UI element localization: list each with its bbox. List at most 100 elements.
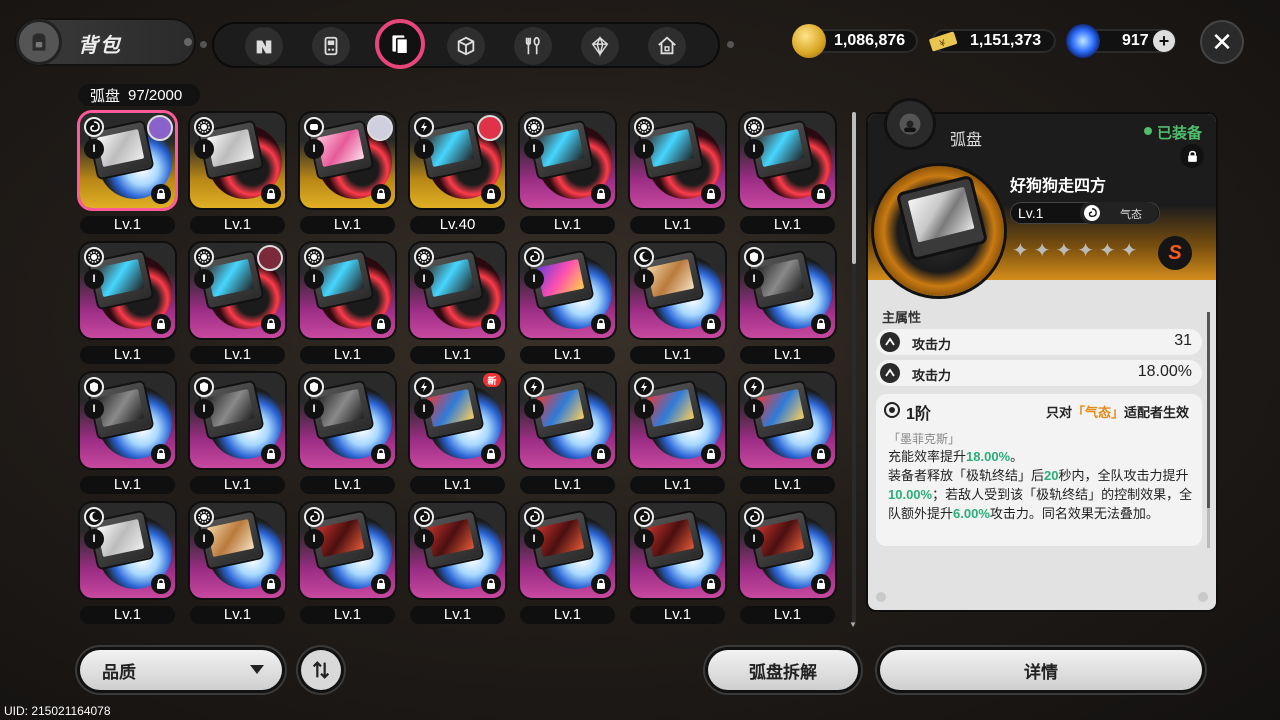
- lock-icon: [157, 188, 165, 199]
- detail-lock-button[interactable]: [1180, 144, 1204, 168]
- tab-device[interactable]: [312, 27, 350, 65]
- disc-card[interactable]: I: [80, 113, 175, 208]
- lock-button[interactable]: [701, 314, 721, 334]
- lock-icon: [817, 188, 825, 199]
- grid-scrollbar-thumb[interactable]: [852, 112, 856, 264]
- disc-card[interactable]: I: [300, 503, 395, 598]
- detail-scrollbar-thumb[interactable]: [1207, 312, 1210, 508]
- disc-card[interactable]: I: [80, 373, 175, 468]
- gem-icon: [591, 35, 609, 57]
- disc-card[interactable]: I: [300, 373, 395, 468]
- lock-icon: [817, 448, 825, 459]
- disc-card[interactable]: I: [630, 243, 725, 338]
- lock-icon: [817, 318, 825, 329]
- scroll-down-icon: ▼: [849, 620, 857, 629]
- disc-card[interactable]: I: [410, 113, 505, 208]
- close-icon: ✕: [1211, 26, 1233, 57]
- gold-amount: 1,086,876: [834, 32, 906, 49]
- tab-home[interactable]: [648, 27, 686, 65]
- disc-card[interactable]: I新: [410, 373, 505, 468]
- disc-card[interactable]: I: [520, 113, 615, 208]
- bolt-attribute-icon: [414, 117, 434, 137]
- disc-card[interactable]: I: [80, 243, 175, 338]
- dismantle-button[interactable]: 弧盘拆解: [708, 650, 858, 690]
- lock-button[interactable]: [701, 574, 721, 594]
- lock-button[interactable]: [701, 184, 721, 204]
- lock-icon: [707, 318, 715, 329]
- lock-button[interactable]: [481, 444, 501, 464]
- lock-button[interactable]: [591, 184, 611, 204]
- disc-card[interactable]: I: [630, 373, 725, 468]
- lock-button[interactable]: [481, 184, 501, 204]
- lock-icon: [267, 188, 275, 199]
- inventory-count: 弧盘 97/2000: [78, 84, 200, 106]
- lock-button[interactable]: [811, 444, 831, 464]
- lock-button[interactable]: [701, 444, 721, 464]
- lock-button[interactable]: [151, 184, 171, 204]
- disc-level-label: Lv.1: [520, 216, 615, 234]
- lock-button[interactable]: [371, 574, 391, 594]
- bolt-attribute-icon: [744, 377, 764, 397]
- lock-button[interactable]: [371, 314, 391, 334]
- lock-button[interactable]: [151, 314, 171, 334]
- lock-button[interactable]: [371, 184, 391, 204]
- lock-button[interactable]: [481, 314, 501, 334]
- lock-button[interactable]: [811, 184, 831, 204]
- lock-icon: [817, 578, 825, 589]
- disc-card[interactable]: I: [740, 373, 835, 468]
- tab-material[interactable]: [581, 27, 619, 65]
- tab-agent[interactable]: [245, 27, 283, 65]
- lock-button[interactable]: [811, 574, 831, 594]
- lock-icon: [377, 318, 385, 329]
- lock-button[interactable]: [151, 444, 171, 464]
- effect-tier: 1阶: [906, 406, 931, 423]
- quality-filter-dropdown[interactable]: 品质: [80, 650, 282, 690]
- tab-food[interactable]: [514, 27, 552, 65]
- lock-button[interactable]: [261, 574, 281, 594]
- disc-card[interactable]: I: [740, 113, 835, 208]
- lock-button[interactable]: [151, 574, 171, 594]
- lock-button[interactable]: [481, 574, 501, 594]
- disc-card[interactable]: I: [190, 373, 285, 468]
- lock-button[interactable]: [591, 314, 611, 334]
- disc-card[interactable]: I: [410, 243, 505, 338]
- disc-card[interactable]: I: [300, 243, 395, 338]
- lock-button[interactable]: [591, 574, 611, 594]
- add-orb-button[interactable]: +: [1153, 30, 1175, 52]
- disc-card[interactable]: I: [80, 503, 175, 598]
- lock-button[interactable]: [261, 184, 281, 204]
- sort-toggle-button[interactable]: [301, 650, 341, 690]
- tab-disc[interactable]: [375, 19, 425, 69]
- disc-level-label: Lv.1: [410, 476, 505, 494]
- lock-button[interactable]: [811, 314, 831, 334]
- disc-card[interactable]: I: [630, 503, 725, 598]
- disc-level-label: Lv.1: [80, 606, 175, 624]
- disc-card[interactable]: I: [520, 243, 615, 338]
- gear-attribute-icon: [304, 247, 324, 267]
- lock-icon: [267, 578, 275, 589]
- disc-card[interactable]: I: [520, 503, 615, 598]
- lock-button[interactable]: [261, 314, 281, 334]
- disc-card[interactable]: I: [740, 503, 835, 598]
- disc-card[interactable]: I: [520, 373, 615, 468]
- tier-badge: I: [84, 399, 104, 419]
- disc-card[interactable]: I: [630, 113, 725, 208]
- lock-button[interactable]: [591, 444, 611, 464]
- close-button[interactable]: ✕: [1200, 20, 1244, 64]
- disc-card[interactable]: I: [740, 243, 835, 338]
- disc-card[interactable]: I: [410, 503, 505, 598]
- tier-badge: I: [194, 269, 214, 289]
- tier-badge: I: [634, 139, 654, 159]
- disc-name: 好狗狗走四方: [1010, 178, 1107, 195]
- gold-coin-icon: [792, 24, 826, 58]
- lock-button[interactable]: [371, 444, 391, 464]
- disc-card[interactable]: I: [190, 243, 285, 338]
- disc-card[interactable]: I: [190, 503, 285, 598]
- n-logo-icon: [256, 40, 272, 54]
- tab-box[interactable]: [447, 27, 485, 65]
- detail-button[interactable]: 详情: [880, 650, 1202, 690]
- stat-row: 攻击力 18.00%: [876, 360, 1202, 386]
- disc-card[interactable]: I: [190, 113, 285, 208]
- lock-button[interactable]: [261, 444, 281, 464]
- disc-card[interactable]: I: [300, 113, 395, 208]
